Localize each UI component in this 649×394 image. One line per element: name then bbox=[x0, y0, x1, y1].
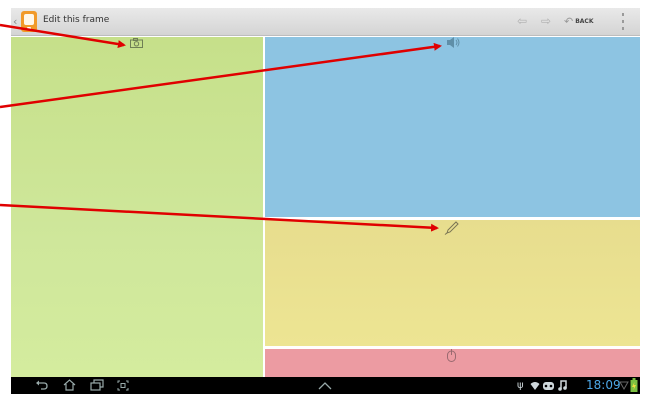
back-caret-icon[interactable]: ‹ bbox=[13, 15, 17, 28]
frame-panel-middle-right[interactable] bbox=[265, 220, 640, 346]
recent-apps-icon[interactable] bbox=[90, 379, 104, 391]
back-label: BACK bbox=[575, 18, 594, 25]
screenshot-icon[interactable] bbox=[117, 380, 129, 391]
speaker-icon[interactable] bbox=[446, 36, 460, 49]
redo-arrow-icon[interactable]: ⇨ bbox=[541, 14, 551, 28]
wifi-icon bbox=[530, 382, 540, 390]
usb-icon: ψ bbox=[517, 380, 524, 391]
pencil-icon[interactable] bbox=[444, 221, 460, 235]
frame-panel-top-right[interactable] bbox=[265, 37, 640, 217]
back-icon[interactable] bbox=[36, 380, 48, 391]
camera-icon[interactable] bbox=[130, 38, 143, 48]
mouse-icon[interactable] bbox=[447, 349, 456, 362]
page-title: Edit this frame bbox=[43, 15, 110, 25]
home-icon[interactable] bbox=[63, 379, 76, 391]
back-button[interactable]: ↶ BACK bbox=[564, 14, 594, 29]
action-bar: ‹ Edit this frame ⇦ ⇨ ↶ BACK bbox=[11, 8, 640, 36]
undo-arrow-icon[interactable]: ⇦ bbox=[517, 14, 527, 28]
status-clock: 18:09 bbox=[586, 378, 621, 392]
voicemail-icon bbox=[543, 382, 554, 390]
music-icon bbox=[558, 380, 567, 391]
frame-panel-left[interactable] bbox=[11, 37, 263, 377]
up-chevron-icon[interactable] bbox=[318, 381, 332, 390]
back-icon: ↶ bbox=[564, 15, 574, 28]
battery-icon bbox=[630, 378, 638, 392]
overflow-menu-icon[interactable] bbox=[620, 13, 626, 30]
signal-icon bbox=[619, 381, 629, 390]
app-frame-icon[interactable] bbox=[21, 11, 37, 32]
